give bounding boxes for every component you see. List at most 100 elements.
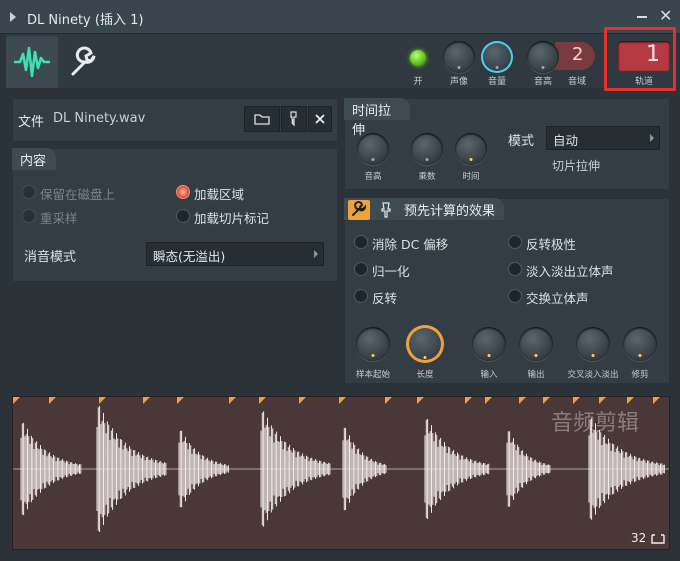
pitch-knob[interactable] bbox=[527, 41, 559, 73]
chevron-right-icon bbox=[650, 134, 654, 142]
fade-in-label: 输入 bbox=[480, 370, 498, 380]
keep-on-disk-radio[interactable] bbox=[22, 185, 36, 199]
tab-sample[interactable] bbox=[6, 36, 58, 88]
chevron-right-icon bbox=[314, 250, 318, 258]
sample-start-label: 样本起始 bbox=[355, 370, 390, 380]
length-label: 长度 bbox=[416, 370, 434, 380]
trim-knob[interactable] bbox=[623, 327, 657, 361]
stretch-mode-label: 模式 bbox=[508, 134, 535, 149]
pitch-label: 音高 bbox=[533, 77, 552, 87]
slice-marker[interactable] bbox=[49, 397, 56, 404]
load-regions-label: 加载区域 bbox=[194, 187, 245, 202]
keep-on-disk-label: 保留在磁盘上 bbox=[40, 187, 116, 202]
slice-marker[interactable] bbox=[13, 397, 20, 404]
normalize-radio[interactable] bbox=[354, 262, 368, 276]
slice-marker[interactable] bbox=[653, 397, 660, 404]
reverse-polarity-label: 反转极性 bbox=[526, 237, 577, 252]
slice-marker[interactable] bbox=[99, 397, 106, 404]
content-title: 内容 bbox=[12, 148, 56, 170]
window-title: DL Ninety (插入 1) bbox=[27, 13, 144, 28]
wrench-icon bbox=[71, 46, 96, 76]
slice-marker[interactable] bbox=[143, 397, 150, 404]
slice-marker[interactable] bbox=[465, 397, 472, 404]
power-toggle[interactable] bbox=[410, 50, 426, 66]
slice-marker[interactable] bbox=[299, 397, 306, 404]
clear-file-button[interactable] bbox=[308, 106, 332, 132]
waveform-icon bbox=[14, 46, 50, 78]
key-icon bbox=[290, 111, 297, 127]
mixer-track-number: 2 bbox=[572, 44, 584, 65]
slice-marker[interactable] bbox=[543, 397, 550, 404]
slice-marker[interactable] bbox=[627, 397, 634, 404]
stretch-mode-dropdown[interactable]: 自动 bbox=[546, 126, 660, 150]
crossfade-label: 交叉淡入淡出 bbox=[567, 370, 619, 380]
slice-marker[interactable] bbox=[485, 397, 492, 404]
slice-marker[interactable] bbox=[519, 397, 526, 404]
pin-button[interactable] bbox=[376, 200, 396, 220]
fade-stereo-radio[interactable] bbox=[508, 262, 522, 276]
tab-settings[interactable] bbox=[60, 36, 106, 88]
declick-dropdown[interactable]: 瞬态(无溢出) bbox=[146, 242, 324, 266]
reverse-radio[interactable] bbox=[354, 289, 368, 303]
trim-label: 修剪 bbox=[631, 370, 649, 380]
slice-marker[interactable] bbox=[417, 397, 424, 404]
volume-label: 音量 bbox=[487, 77, 506, 87]
declick-value: 瞬态(无溢出) bbox=[153, 249, 226, 264]
slice-marker[interactable] bbox=[229, 397, 236, 404]
stretch-multiplier-knob[interactable] bbox=[411, 133, 443, 165]
slice-marker[interactable] bbox=[259, 397, 266, 404]
stretch-pitch-label: 音高 bbox=[364, 172, 382, 182]
track-number: 1 bbox=[646, 42, 660, 67]
pan-knob[interactable] bbox=[443, 41, 475, 73]
track-label: 轨道 bbox=[634, 77, 653, 87]
stretch-mode-sub: 切片拉伸 bbox=[552, 159, 601, 173]
pan-label: 声像 bbox=[449, 77, 468, 87]
resize-icon[interactable] bbox=[651, 532, 665, 544]
length-knob[interactable] bbox=[406, 325, 444, 363]
waveform-display[interactable]: 音频剪辑 32 bbox=[12, 396, 670, 550]
slice-marker[interactable] bbox=[177, 397, 184, 404]
zoom-value: 32 bbox=[631, 531, 647, 545]
x-icon bbox=[315, 114, 325, 124]
fade-out-label: 输出 bbox=[527, 370, 545, 380]
range-label: 音域 bbox=[567, 77, 586, 87]
file-name: DL Ninety.wav bbox=[53, 111, 146, 126]
declick-label: 消音模式 bbox=[24, 250, 77, 265]
remove-dc-radio[interactable] bbox=[354, 235, 368, 249]
fade-in-knob[interactable] bbox=[472, 327, 506, 361]
key-button[interactable] bbox=[281, 106, 307, 132]
file-label: 文件 bbox=[18, 115, 45, 130]
watermark: 音频剪辑 bbox=[551, 411, 640, 436]
wrench-effects-button[interactable] bbox=[348, 200, 370, 220]
crossfade-knob[interactable] bbox=[576, 327, 610, 361]
slice-marker[interactable] bbox=[573, 397, 580, 404]
title-bar: DL Ninety (插入 1) ✕ bbox=[0, 0, 680, 34]
normalize-label: 归一化 bbox=[372, 264, 410, 279]
stretch-multiplier-label: 乘数 bbox=[418, 172, 436, 182]
minimize-icon[interactable] bbox=[637, 16, 647, 18]
reverse-polarity-radio[interactable] bbox=[508, 235, 522, 249]
volume-knob[interactable] bbox=[481, 41, 513, 73]
load-slice-markers-radio[interactable] bbox=[176, 209, 190, 223]
pin-icon bbox=[381, 202, 391, 218]
swap-stereo-radio[interactable] bbox=[508, 289, 522, 303]
time-stretch-title: 时间拉伸 bbox=[344, 98, 410, 138]
wrench-icon bbox=[352, 201, 367, 216]
chevron-right-icon[interactable] bbox=[10, 12, 16, 22]
fade-out-knob[interactable] bbox=[519, 327, 553, 361]
slice-marker[interactable] bbox=[385, 397, 392, 404]
stretch-pitch-knob[interactable] bbox=[357, 133, 389, 165]
reverse-label: 反转 bbox=[372, 291, 398, 306]
open-file-button[interactable] bbox=[244, 106, 280, 132]
stretch-time-knob[interactable] bbox=[455, 133, 487, 165]
sample-start-knob[interactable] bbox=[356, 327, 390, 361]
stretch-mode-value: 自动 bbox=[553, 133, 579, 148]
resample-radio[interactable] bbox=[22, 209, 36, 223]
power-label: 开 bbox=[413, 77, 423, 87]
resample-label: 重采样 bbox=[40, 211, 78, 226]
close-icon[interactable]: ✕ bbox=[659, 6, 672, 26]
load-regions-radio[interactable] bbox=[176, 185, 190, 199]
slice-marker[interactable] bbox=[339, 397, 346, 404]
fade-stereo-label: 淡入淡出立体声 bbox=[526, 264, 614, 279]
slice-marker[interactable] bbox=[599, 397, 606, 404]
